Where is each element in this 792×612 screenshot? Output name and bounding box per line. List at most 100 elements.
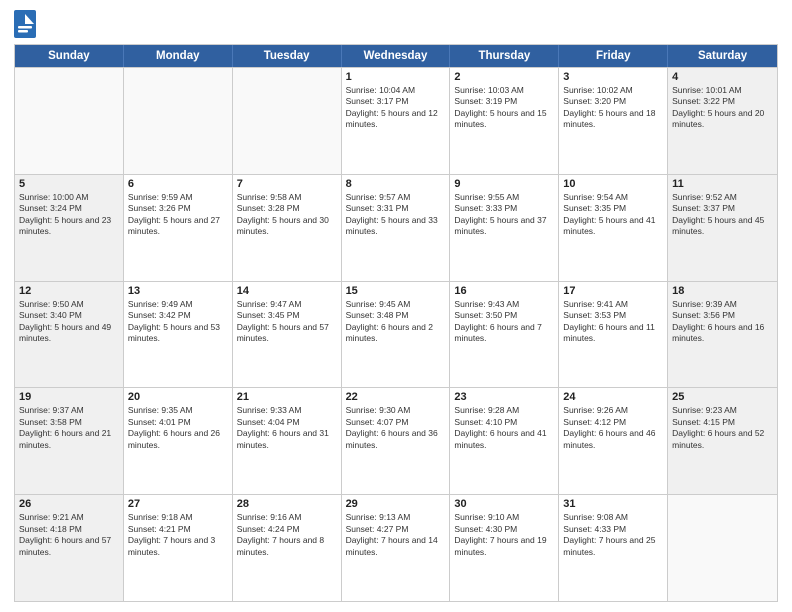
- day-number: 27: [128, 498, 228, 510]
- day-number: 13: [128, 285, 228, 297]
- day-cell-empty: [124, 68, 233, 174]
- day-number: 8: [346, 178, 446, 190]
- day-cell-21: 21 Sunrise: 9:33 AM Sunset: 4:04 PM Dayli…: [233, 388, 342, 494]
- day-cell-23: 23 Sunrise: 9:28 AM Sunset: 4:10 PM Dayli…: [450, 388, 559, 494]
- day-number: 7: [237, 178, 337, 190]
- day-detail: Sunrise: 9:55 AM Sunset: 3:33 PM Dayligh…: [454, 192, 554, 238]
- header-day-monday: Monday: [124, 45, 233, 67]
- header-day-friday: Friday: [559, 45, 668, 67]
- day-detail: Sunrise: 9:43 AM Sunset: 3:50 PM Dayligh…: [454, 299, 554, 345]
- day-cell-27: 27 Sunrise: 9:18 AM Sunset: 4:21 PM Dayli…: [124, 495, 233, 601]
- day-detail: Sunrise: 9:08 AM Sunset: 4:33 PM Dayligh…: [563, 512, 663, 558]
- day-cell-22: 22 Sunrise: 9:30 AM Sunset: 4:07 PM Dayli…: [342, 388, 451, 494]
- day-detail: Sunrise: 9:33 AM Sunset: 4:04 PM Dayligh…: [237, 405, 337, 451]
- day-number: 15: [346, 285, 446, 297]
- day-detail: Sunrise: 9:23 AM Sunset: 4:15 PM Dayligh…: [672, 405, 773, 451]
- calendar-row-3: 12Sunrise: 9:50 AM Sunset: 3:40 PM Dayli…: [15, 281, 777, 388]
- day-cell-25: 25 Sunrise: 9:23 AM Sunset: 4:15 PM Dayli…: [668, 388, 777, 494]
- day-detail: Sunrise: 10:02 AM Sunset: 3:20 PM Daylig…: [563, 85, 663, 131]
- day-number: 10: [563, 178, 663, 190]
- day-number: 11: [672, 178, 773, 190]
- day-detail: Sunrise: 10:03 AM Sunset: 3:19 PM Daylig…: [454, 85, 554, 131]
- day-detail: Sunrise: 10:00 AM Sunset: 3:24 PM Daylig…: [19, 192, 119, 238]
- day-cell-11: 11 Sunrise: 9:52 AM Sunset: 3:37 PM Dayli…: [668, 175, 777, 281]
- day-cell-18: 18Sunrise: 9:39 AM Sunset: 3:56 PM Dayli…: [668, 282, 777, 388]
- day-cell-empty: [233, 68, 342, 174]
- calendar-row-1: 1Sunrise: 10:04 AM Sunset: 3:17 PM Dayli…: [15, 67, 777, 174]
- day-number: 22: [346, 391, 446, 403]
- day-cell-29: 29 Sunrise: 9:13 AM Sunset: 4:27 PM Dayli…: [342, 495, 451, 601]
- day-number: 19: [19, 391, 119, 403]
- calendar-row-4: 19Sunrise: 9:37 AM Sunset: 3:58 PM Dayli…: [15, 387, 777, 494]
- header-day-thursday: Thursday: [450, 45, 559, 67]
- day-number: 25: [672, 391, 773, 403]
- day-detail: Sunrise: 9:30 AM Sunset: 4:07 PM Dayligh…: [346, 405, 446, 451]
- day-number: 20: [128, 391, 228, 403]
- header-day-tuesday: Tuesday: [233, 45, 342, 67]
- day-number: 14: [237, 285, 337, 297]
- day-number: 30: [454, 498, 554, 510]
- day-number: 9: [454, 178, 554, 190]
- day-cell-26: 26 Sunrise: 9:21 AM Sunset: 4:18 PM Dayli…: [15, 495, 124, 601]
- day-number: 2: [454, 71, 554, 83]
- day-number: 16: [454, 285, 554, 297]
- day-cell-28: 28 Sunrise: 9:16 AM Sunset: 4:24 PM Dayli…: [233, 495, 342, 601]
- header-day-sunday: Sunday: [15, 45, 124, 67]
- day-number: 23: [454, 391, 554, 403]
- day-detail: Sunrise: 9:10 AM Sunset: 4:30 PM Dayligh…: [454, 512, 554, 558]
- day-number: 31: [563, 498, 663, 510]
- day-number: 17: [563, 285, 663, 297]
- day-detail: Sunrise: 9:16 AM Sunset: 4:24 PM Dayligh…: [237, 512, 337, 558]
- day-cell-31: 31 Sunrise: 9:08 AM Sunset: 4:33 PM Dayli…: [559, 495, 668, 601]
- day-detail: Sunrise: 9:13 AM Sunset: 4:27 PM Dayligh…: [346, 512, 446, 558]
- day-cell-1: 1Sunrise: 10:04 AM Sunset: 3:17 PM Dayli…: [342, 68, 451, 174]
- day-number: 29: [346, 498, 446, 510]
- day-detail: Sunrise: 9:28 AM Sunset: 4:10 PM Dayligh…: [454, 405, 554, 451]
- day-cell-6: 6 Sunrise: 9:59 AM Sunset: 3:26 PM Daylig…: [124, 175, 233, 281]
- day-detail: Sunrise: 9:49 AM Sunset: 3:42 PM Dayligh…: [128, 299, 228, 345]
- logo: [14, 10, 38, 38]
- header-day-saturday: Saturday: [668, 45, 777, 67]
- day-cell-empty: [15, 68, 124, 174]
- day-number: 3: [563, 71, 663, 83]
- page: SundayMondayTuesdayWednesdayThursdayFrid…: [0, 0, 792, 612]
- day-cell-12: 12Sunrise: 9:50 AM Sunset: 3:40 PM Dayli…: [15, 282, 124, 388]
- day-cell-16: 16 Sunrise: 9:43 AM Sunset: 3:50 PM Dayli…: [450, 282, 559, 388]
- calendar: SundayMondayTuesdayWednesdayThursdayFrid…: [14, 44, 778, 602]
- day-detail: Sunrise: 9:59 AM Sunset: 3:26 PM Dayligh…: [128, 192, 228, 238]
- day-cell-10: 10 Sunrise: 9:54 AM Sunset: 3:35 PM Dayli…: [559, 175, 668, 281]
- day-detail: Sunrise: 9:58 AM Sunset: 3:28 PM Dayligh…: [237, 192, 337, 238]
- day-cell-17: 17 Sunrise: 9:41 AM Sunset: 3:53 PM Dayli…: [559, 282, 668, 388]
- day-cell-24: 24 Sunrise: 9:26 AM Sunset: 4:12 PM Dayli…: [559, 388, 668, 494]
- day-detail: Sunrise: 9:35 AM Sunset: 4:01 PM Dayligh…: [128, 405, 228, 451]
- calendar-header: SundayMondayTuesdayWednesdayThursdayFrid…: [15, 45, 777, 67]
- day-cell-20: 20 Sunrise: 9:35 AM Sunset: 4:01 PM Dayli…: [124, 388, 233, 494]
- calendar-row-5: 26 Sunrise: 9:21 AM Sunset: 4:18 PM Dayli…: [15, 494, 777, 601]
- day-cell-9: 9 Sunrise: 9:55 AM Sunset: 3:33 PM Daylig…: [450, 175, 559, 281]
- day-detail: Sunrise: 9:52 AM Sunset: 3:37 PM Dayligh…: [672, 192, 773, 238]
- day-number: 4: [672, 71, 773, 83]
- day-detail: Sunrise: 9:54 AM Sunset: 3:35 PM Dayligh…: [563, 192, 663, 238]
- day-detail: Sunrise: 9:45 AM Sunset: 3:48 PM Dayligh…: [346, 299, 446, 345]
- day-number: 24: [563, 391, 663, 403]
- day-detail: Sunrise: 9:41 AM Sunset: 3:53 PM Dayligh…: [563, 299, 663, 345]
- day-cell-14: 14 Sunrise: 9:47 AM Sunset: 3:45 PM Dayli…: [233, 282, 342, 388]
- day-detail: Sunrise: 9:39 AM Sunset: 3:56 PM Dayligh…: [672, 299, 773, 345]
- day-detail: Sunrise: 9:21 AM Sunset: 4:18 PM Dayligh…: [19, 512, 119, 558]
- day-detail: Sunrise: 9:47 AM Sunset: 3:45 PM Dayligh…: [237, 299, 337, 345]
- day-cell-empty: [668, 495, 777, 601]
- day-number: 6: [128, 178, 228, 190]
- logo-icon: [14, 10, 36, 38]
- day-number: 5: [19, 178, 119, 190]
- day-detail: Sunrise: 9:18 AM Sunset: 4:21 PM Dayligh…: [128, 512, 228, 558]
- day-detail: Sunrise: 10:01 AM Sunset: 3:22 PM Daylig…: [672, 85, 773, 131]
- header-day-wednesday: Wednesday: [342, 45, 451, 67]
- day-number: 26: [19, 498, 119, 510]
- day-number: 28: [237, 498, 337, 510]
- calendar-row-2: 5 Sunrise: 10:00 AM Sunset: 3:24 PM Dayli…: [15, 174, 777, 281]
- day-cell-2: 2 Sunrise: 10:03 AM Sunset: 3:19 PM Dayli…: [450, 68, 559, 174]
- day-detail: Sunrise: 9:57 AM Sunset: 3:31 PM Dayligh…: [346, 192, 446, 238]
- day-cell-30: 30 Sunrise: 9:10 AM Sunset: 4:30 PM Dayli…: [450, 495, 559, 601]
- day-detail: Sunrise: 9:26 AM Sunset: 4:12 PM Dayligh…: [563, 405, 663, 451]
- day-number: 21: [237, 391, 337, 403]
